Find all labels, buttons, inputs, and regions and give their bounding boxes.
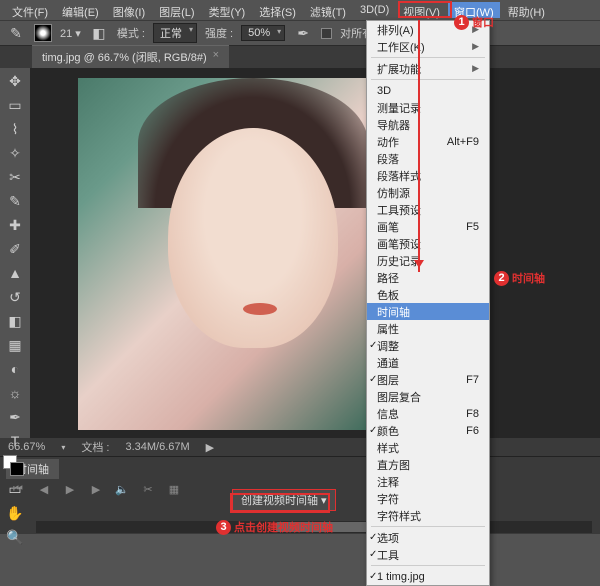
annotation-arrow [418, 20, 420, 272]
doc-info-arrow-icon[interactable]: ▶ [206, 441, 214, 454]
annotation-1: 1窗口 [454, 14, 494, 30]
mi-extensions[interactable]: 扩展功能▶ [367, 60, 489, 77]
blur-tool-icon[interactable]: ◐ [5, 360, 25, 378]
mi-swatches[interactable]: 色板 [367, 286, 489, 303]
lasso-tool-icon[interactable]: ⌇ [5, 120, 25, 138]
canvas[interactable] [30, 68, 600, 438]
annotation-3: 3点击创建视频时间轴 [216, 519, 333, 535]
mi-layers[interactable]: ✓图层F7 [367, 371, 489, 388]
mi-brush-preset[interactable]: 画笔预设 [367, 235, 489, 252]
annotation-box-create [230, 493, 330, 513]
mi-layer-comps[interactable]: 图层复合 [367, 388, 489, 405]
mi-properties[interactable]: 属性 [367, 320, 489, 337]
document-tab[interactable]: timg.jpg @ 66.7% (闭眼, RGB/8#) × [32, 45, 229, 68]
mi-history[interactable]: 历史记录 [367, 252, 489, 269]
marquee-tool-icon[interactable]: ▭ [5, 96, 25, 114]
toolbox: ✥ ▭ ⌇ ✧ ✂ ✎ ✚ ✐ ▲ ↺ ◧ ▦ ◐ ☼ ✒ T ▷ ▭ ✋ 🔍 [0, 68, 30, 438]
mi-adjust[interactable]: ✓调整 [367, 337, 489, 354]
annotation-2: 2时间轴 [494, 270, 545, 286]
dodge-tool-icon[interactable]: ☼ [5, 384, 25, 402]
close-icon[interactable]: × [213, 49, 219, 65]
pen-tool-icon[interactable]: ✒ [5, 408, 25, 426]
menu-file[interactable]: 文件(F) [6, 2, 54, 18]
document-image [78, 78, 374, 430]
brush-tool-icon[interactable]: ✐ [5, 240, 25, 258]
brush-panel-icon[interactable]: ◧ [89, 24, 109, 42]
transition-icon[interactable]: ▦ [166, 483, 182, 497]
mi-channels[interactable]: 通道 [367, 354, 489, 371]
heal-tool-icon[interactable]: ✚ [5, 216, 25, 234]
mi-actions[interactable]: 动作Alt+F9 [367, 133, 489, 150]
mi-brush[interactable]: 画笔F5 [367, 218, 489, 235]
pressure-icon[interactable]: ✒ [293, 24, 313, 42]
menu-select[interactable]: 选择(S) [253, 2, 302, 18]
menu-filter[interactable]: 滤镜(T) [304, 2, 352, 18]
mi-paragraph[interactable]: 段落 [367, 150, 489, 167]
mi-histogram[interactable]: 直方图 [367, 456, 489, 473]
window-menu: 排列(A)▶ 工作区(K)▶ 扩展功能▶ 3D 测量记录 导航器 动作Alt+F… [366, 20, 490, 586]
mi-3d[interactable]: 3D [367, 82, 489, 99]
mi-char-style[interactable]: 字符样式 [367, 507, 489, 524]
menu-help[interactable]: 帮助(H) [502, 2, 551, 18]
split-icon[interactable]: ✂ [140, 483, 156, 497]
menu-edit[interactable]: 编辑(E) [56, 2, 105, 18]
mi-tools[interactable]: ✓工具 [367, 546, 489, 563]
eyedropper-tool-icon[interactable]: ✎ [5, 192, 25, 210]
strength-label: 强度 : [205, 25, 233, 41]
mi-styles[interactable]: 样式 [367, 439, 489, 456]
prev-frame-icon[interactable]: ◀ [36, 483, 52, 497]
mi-measure[interactable]: 测量记录 [367, 99, 489, 116]
mi-paths[interactable]: 路径 [367, 269, 489, 286]
go-first-icon[interactable]: ⏮ [10, 483, 26, 497]
eraser-tool-icon[interactable]: ◧ [5, 312, 25, 330]
mode-label: 模式 : [117, 25, 145, 41]
stamp-tool-icon[interactable]: ▲ [5, 264, 25, 282]
tab-title: timg.jpg @ 66.7% (闭眼, RGB/8#) [42, 49, 207, 65]
mi-para-style[interactable]: 段落样式 [367, 167, 489, 184]
gradient-tool-icon[interactable]: ▦ [5, 336, 25, 354]
doc-size: 3.34M/6.67M [125, 441, 189, 453]
mi-tool-preset[interactable]: 工具预设 [367, 201, 489, 218]
mi-timeline[interactable]: 时间轴 [367, 303, 489, 320]
options-bar: ✎ 21 ▾ ◧ 模式 : 正常 强度 : 50% ✒ 对所有图层取样 [0, 20, 600, 46]
color-swatches[interactable] [3, 455, 25, 481]
next-frame-icon[interactable]: ▶ [88, 483, 104, 497]
mi-clone[interactable]: 仿制源 [367, 184, 489, 201]
mode-dropdown[interactable]: 正常 [153, 23, 197, 43]
mi-options[interactable]: ✓选项 [367, 529, 489, 546]
play-icon[interactable]: ▶ [62, 483, 78, 497]
strength-dropdown[interactable]: 50% [241, 25, 285, 41]
mi-doc1[interactable]: ✓1 timg.jpg [367, 568, 489, 585]
document-tabbar: timg.jpg @ 66.7% (闭眼, RGB/8#) × [0, 46, 600, 68]
menubar: 文件(F) 编辑(E) 图像(I) 图层(L) 类型(Y) 选择(S) 滤镜(T… [0, 0, 600, 20]
menu-type[interactable]: 类型(Y) [203, 2, 252, 18]
audio-icon[interactable]: 🔈 [114, 483, 130, 497]
menu-layer[interactable]: 图层(L) [153, 2, 200, 18]
mi-char[interactable]: 字符 [367, 490, 489, 507]
mi-color[interactable]: ✓颜色F6 [367, 422, 489, 439]
sample-all-checkbox[interactable] [321, 28, 332, 39]
brush-preview[interactable] [34, 24, 52, 42]
hand-tool-icon[interactable]: ✋ [5, 504, 25, 522]
annotation-box-window [398, 1, 452, 18]
menu-image[interactable]: 图像(I) [107, 2, 151, 18]
zoom-tool-icon[interactable]: 🔍 [5, 528, 25, 546]
move-tool-icon[interactable]: ✥ [5, 72, 25, 90]
history-brush-icon[interactable]: ↺ [5, 288, 25, 306]
healing-brush-icon[interactable]: ✎ [6, 24, 26, 42]
doc-label: 文档 : [81, 439, 109, 455]
menu-3d[interactable]: 3D(D) [354, 2, 395, 18]
status-bar: 66.67% ▾ 文档 : 3.34M/6.67M ▶ [0, 438, 600, 456]
mi-workspace[interactable]: 工作区(K)▶ [367, 38, 489, 55]
zoom-level[interactable]: 66.67% [8, 441, 45, 453]
mi-navigator[interactable]: 导航器 [367, 116, 489, 133]
mi-info[interactable]: 信息F8 [367, 405, 489, 422]
crop-tool-icon[interactable]: ✂ [5, 168, 25, 186]
wand-tool-icon[interactable]: ✧ [5, 144, 25, 162]
mi-notes[interactable]: 注释 [367, 473, 489, 490]
